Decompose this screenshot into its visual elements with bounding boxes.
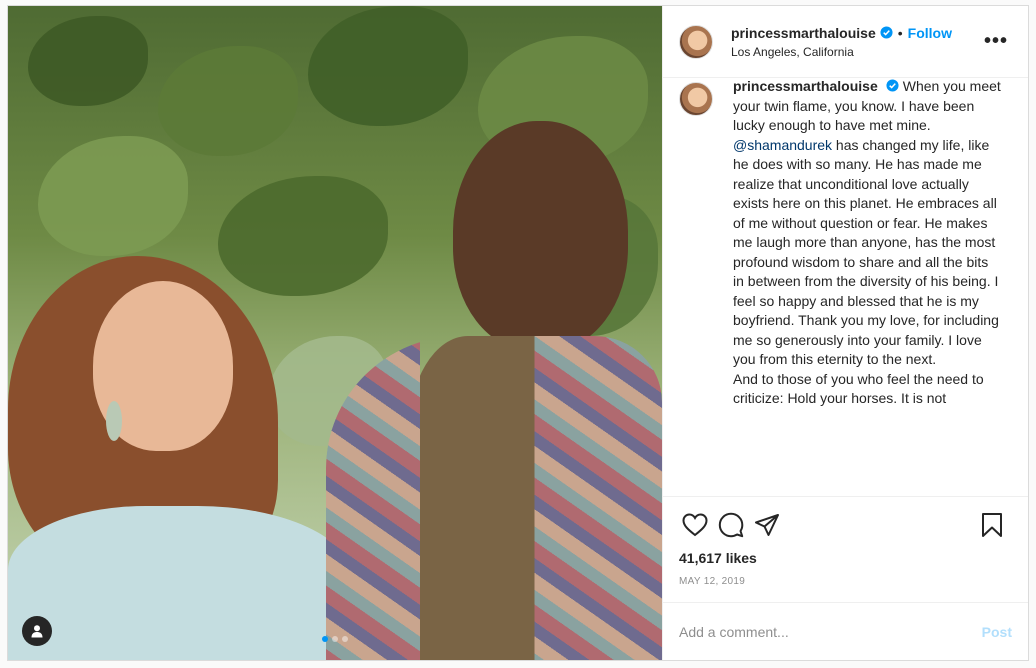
share-icon xyxy=(755,513,779,536)
likes-count[interactable]: 41,617 likes xyxy=(663,550,1028,566)
comment-bar: Post xyxy=(663,602,1028,660)
post-dialog: princessmarthalouise • Follow Los Angele… xyxy=(7,5,1029,661)
man-scarf xyxy=(326,336,662,660)
more-options-button[interactable]: ••• xyxy=(980,26,1012,57)
foliage-shape xyxy=(218,176,388,296)
woman-top xyxy=(8,506,353,660)
follow-button[interactable]: Follow xyxy=(908,25,952,41)
post-date[interactable]: MAY 12, 2019 xyxy=(663,576,1028,602)
foliage-shape xyxy=(38,136,188,256)
header-separator: • xyxy=(897,24,903,41)
heart-icon xyxy=(682,512,708,536)
post-comment-button[interactable]: Post xyxy=(982,624,1012,640)
avatar[interactable] xyxy=(679,82,713,116)
verified-badge-icon xyxy=(880,26,893,39)
save-button[interactable] xyxy=(972,505,1012,545)
foliage-shape xyxy=(158,46,298,156)
username-link[interactable]: princessmarthalouise xyxy=(731,25,876,41)
carousel-indicator xyxy=(322,636,348,642)
earring xyxy=(106,401,122,441)
carousel-dot xyxy=(322,636,328,642)
mention-link[interactable]: @shamandurek xyxy=(733,137,832,153)
post-header: princessmarthalouise • Follow Los Angele… xyxy=(663,6,1028,78)
action-bar xyxy=(663,496,1028,544)
location-link[interactable]: Los Angeles, California xyxy=(731,45,980,59)
comment-input[interactable] xyxy=(679,623,982,640)
caption-area: princessmarthalouise When you meet your t… xyxy=(663,78,1028,496)
user-tag-button[interactable] xyxy=(22,616,52,646)
header-text: princessmarthalouise • Follow Los Angele… xyxy=(731,25,980,59)
man-head xyxy=(453,121,628,351)
foliage-shape xyxy=(28,16,148,106)
caption-part-2: has changed my life, like he does with s… xyxy=(733,136,999,407)
caption-username[interactable]: princessmarthalouise xyxy=(733,78,878,94)
bookmark-icon xyxy=(982,512,1002,537)
user-tag-icon xyxy=(31,625,43,638)
like-button[interactable] xyxy=(675,505,715,545)
caption-text: princessmarthalouise When you meet your t… xyxy=(733,78,1003,496)
header-line: princessmarthalouise • Follow xyxy=(731,25,980,41)
verified-badge-icon xyxy=(886,79,899,92)
post-photo[interactable] xyxy=(8,6,662,660)
carousel-dot xyxy=(332,636,338,642)
avatar[interactable] xyxy=(679,24,713,59)
comment-icon xyxy=(718,512,744,537)
carousel-dot xyxy=(342,636,348,642)
post-side-panel: princessmarthalouise • Follow Los Angele… xyxy=(662,6,1028,660)
comment-button[interactable] xyxy=(711,505,751,545)
foliage-shape xyxy=(308,6,468,126)
share-button[interactable] xyxy=(747,505,787,545)
